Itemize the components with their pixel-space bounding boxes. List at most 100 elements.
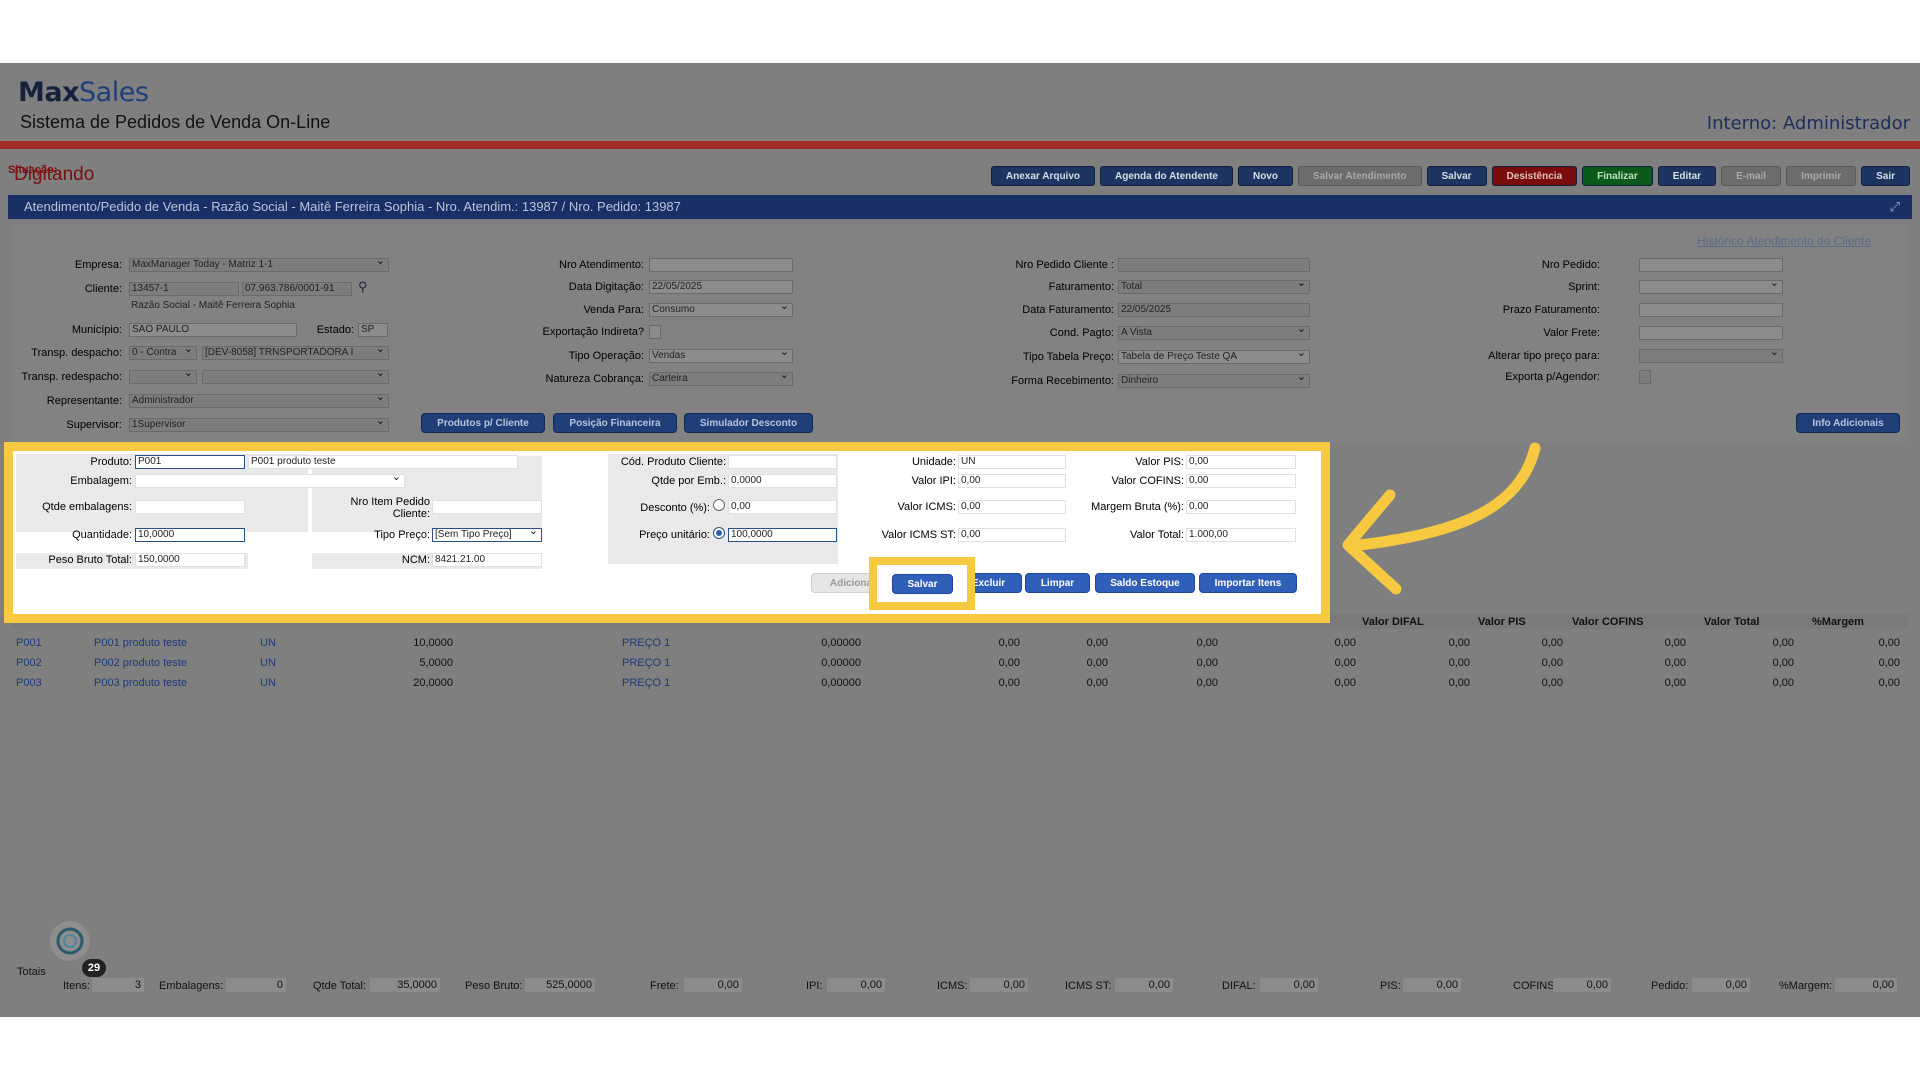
simulador-desconto-button[interactable]: Simulador Desconto: [684, 413, 813, 433]
natureza-label: Natureza Cobrança:: [545, 373, 644, 385]
anexar-arquivo-button[interactable]: Anexar Arquivo: [990, 166, 1095, 186]
frete-value: 0,00: [684, 978, 742, 992]
venda-para-select[interactable]: Consumo: [649, 303, 793, 317]
row-v5: 0,00: [1448, 637, 1470, 649]
editar-button[interactable]: Editar: [1657, 166, 1717, 186]
natureza-select[interactable]: Carteira: [649, 372, 793, 386]
data-faturamento-input[interactable]: 22/05/2025: [1118, 303, 1310, 317]
forma-recebimento-select[interactable]: Dinheiro: [1118, 374, 1310, 388]
row-v7: 0,00: [1664, 677, 1686, 689]
transp-despacho-select[interactable]: [DEV-8058] TRNSPORTADORA I: [202, 346, 389, 360]
salvar-button[interactable]: Salvar: [1426, 166, 1487, 186]
nro-pedido-cliente-input[interactable]: [1118, 258, 1310, 272]
row-v8: 0,00: [1772, 657, 1794, 669]
toolbar: Anexar Arquivo Agenda do Atendente Novo …: [990, 166, 1910, 186]
app-logo: MaxSales: [18, 77, 149, 108]
posicao-financeira-button[interactable]: Posição Financeira: [553, 413, 677, 433]
app-subtitle: Sistema de Pedidos de Venda On-Line: [20, 112, 331, 132]
cond-pagto-select[interactable]: A Vista: [1118, 326, 1310, 340]
desistencia-button[interactable]: Desistência: [1491, 166, 1578, 186]
cliente-cnpj-input[interactable]: 07.963.786/0001-91: [242, 282, 352, 296]
salvar-atendimento-button[interactable]: Salvar Atendimento: [1297, 166, 1422, 186]
row-v6: 0,00: [1541, 657, 1563, 669]
row-un: UN: [260, 637, 276, 649]
cliente-code-input[interactable]: 13457-1: [129, 282, 239, 296]
qtde-total-label: Qtde Total:: [313, 980, 366, 992]
itens-value: 3: [92, 978, 144, 992]
novo-button[interactable]: Novo: [1237, 166, 1293, 186]
row-v9: 0,00: [1878, 657, 1900, 669]
qtde-total-value: 35,0000: [370, 978, 440, 992]
supervisor-select[interactable]: 1Supervisor: [129, 418, 389, 432]
venda-para-label: Venda Para:: [583, 304, 644, 316]
row-v6: 0,00: [1541, 637, 1563, 649]
agenda-atendente-button[interactable]: Agenda do Atendente: [1100, 166, 1233, 186]
row-v5: 0,00: [1448, 677, 1470, 689]
status-label: Situação:: [8, 164, 58, 176]
sprint-select[interactable]: [1639, 280, 1783, 294]
nro-pedido-label: Nro Pedido:: [1541, 259, 1600, 271]
app-window: MaxSales Sistema de Pedidos de Venda On-…: [0, 63, 1920, 1017]
transp-redespacho-tipo-select[interactable]: [129, 370, 197, 384]
nro-atendimento-field: [649, 258, 793, 272]
row-desc: P003 produto teste: [94, 677, 187, 689]
page-title: Atendimento/Pedido de Venda - Razão Soci…: [24, 199, 681, 214]
annotation-arrow-icon: [1342, 442, 1541, 595]
highlight-frame: [4, 442, 1330, 623]
row-v3: 0,00: [1196, 657, 1218, 669]
exporta-agendor-checkbox[interactable]: [1639, 370, 1651, 384]
historico-link[interactable]: Histórico Atendimento do Cliente: [1697, 234, 1871, 248]
faturamento-label: Faturamento:: [1048, 281, 1114, 293]
produtos-cliente-button[interactable]: Produtos p/ Cliente: [421, 413, 545, 433]
row-preco: 0,00000: [821, 637, 861, 649]
row-cod: P003: [16, 677, 42, 689]
expand-icon[interactable]: ⤢: [1890, 195, 1900, 219]
cond-pagto-label: Cond. Pagto:: [1049, 327, 1114, 339]
row-cod: P001: [16, 637, 42, 649]
pis-value: 0,00: [1403, 978, 1461, 992]
icms-label: ICMS:: [937, 980, 968, 992]
empresa-select[interactable]: MaxManager Today - Matriz 1-1: [129, 258, 389, 272]
difal-value: 0,00: [1260, 978, 1318, 992]
icms-value: 0,00: [970, 978, 1028, 992]
faturamento-select[interactable]: Total: [1118, 280, 1310, 294]
tipo-operacao-select[interactable]: Vendas: [649, 349, 793, 363]
embalagens-value: 0: [226, 978, 286, 992]
row-v3: 0,00: [1196, 677, 1218, 689]
imprimir-button[interactable]: Imprimir: [1786, 166, 1857, 186]
row-cod: P002: [16, 657, 42, 669]
search-icon[interactable]: ⚲: [358, 279, 368, 295]
icms-st-label: ICMS ST:: [1065, 980, 1112, 992]
tipo-tabela-select[interactable]: Tabela de Preço Teste QA: [1118, 350, 1310, 364]
row-v2: 0,00: [1086, 657, 1108, 669]
row-tipo: PREÇO 1: [622, 677, 671, 689]
difal-label: DIFAL:: [1222, 980, 1256, 992]
transp-tipo-select[interactable]: 0 - Contra: [129, 346, 197, 360]
peso-bruto-value: 525,0000: [525, 978, 595, 992]
tipo-operacao-label: Tipo Operação:: [568, 350, 644, 362]
page-title-bar: Atendimento/Pedido de Venda - Razão Soci…: [8, 195, 1912, 219]
ipi-label: IPI:: [806, 980, 823, 992]
col-margem: %Margem: [1812, 616, 1864, 628]
col-valor-total: Valor Total: [1704, 616, 1760, 628]
info-adicionais-button[interactable]: Info Adicionais: [1796, 413, 1900, 433]
email-button[interactable]: E-mail: [1721, 166, 1782, 186]
row-v5: 0,00: [1448, 657, 1470, 669]
representante-select[interactable]: Administrador: [129, 394, 389, 408]
row-un: UN: [260, 677, 276, 689]
row-un: UN: [260, 657, 276, 669]
margem-total-value: 0,00: [1835, 978, 1897, 992]
sair-button[interactable]: Sair: [1861, 166, 1910, 186]
exportacao-checkbox[interactable]: [649, 325, 661, 339]
itens-label: Itens:: [63, 980, 90, 992]
margem-total-label: %Margem:: [1779, 980, 1833, 992]
chat-widget-icon[interactable]: [50, 921, 90, 961]
valor-frete-field: [1639, 326, 1783, 340]
sprint-label: Sprint:: [1568, 281, 1600, 293]
transp-redespacho-select[interactable]: [202, 370, 389, 384]
row-v4: 0,00: [1334, 677, 1356, 689]
finalizar-button[interactable]: Finalizar: [1582, 166, 1653, 186]
alterar-tipo-preco-select[interactable]: [1639, 349, 1783, 363]
pedido-value: 0,00: [1692, 978, 1750, 992]
icms-st-value: 0,00: [1115, 978, 1173, 992]
